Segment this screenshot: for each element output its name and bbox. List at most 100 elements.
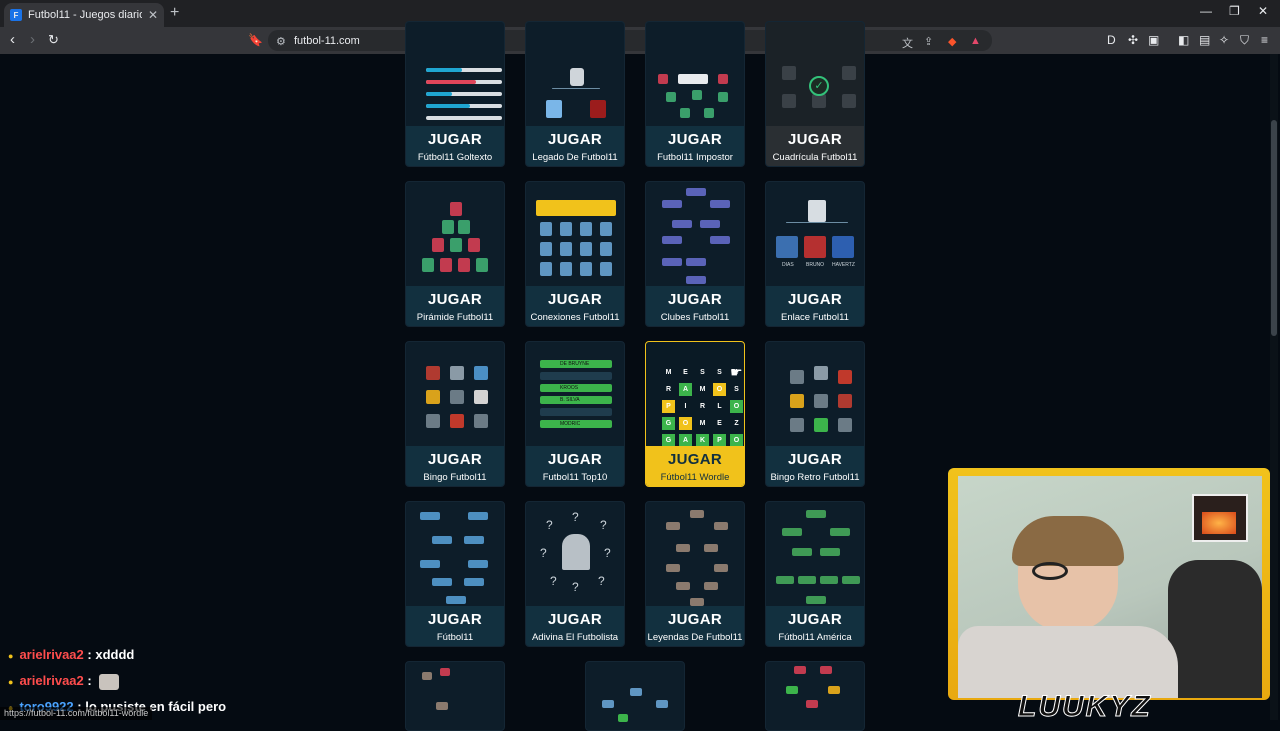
translate-icon[interactable]: 文 bbox=[902, 35, 913, 51]
chat-badge-icon: ● bbox=[8, 651, 14, 661]
browser-toolbar: ‹ › ↻ 🔖 ⚙ futbol-11.com 文 ⇪ ◆ ▲ D ✣ ▣ ◧ … bbox=[0, 27, 1280, 54]
cat-emote-icon bbox=[99, 673, 120, 690]
play-label: JUGAR bbox=[427, 291, 482, 308]
close-window-icon[interactable]: ✕ bbox=[1258, 4, 1268, 18]
play-label: JUGAR bbox=[427, 131, 482, 148]
game-card-impostor[interactable]: JUGAR Futbol11 Impostor bbox=[645, 21, 745, 167]
wordle-cell: M bbox=[699, 386, 706, 393]
game-card-adivina[interactable]: ? ? ? ? ? ? ? ? JUGAR Adivina El Futboli… bbox=[525, 501, 625, 647]
play-label: JUGAR bbox=[787, 291, 842, 308]
top10-row-3: KROOS bbox=[540, 384, 612, 392]
restore-icon[interactable]: ❐ bbox=[1229, 4, 1240, 18]
scrollbar-thumb[interactable] bbox=[1271, 120, 1277, 336]
site-favicon-icon: F bbox=[10, 9, 22, 21]
leo-ai-icon[interactable]: ✧ bbox=[1219, 33, 1229, 47]
game-name: Fútbol11 bbox=[436, 632, 474, 643]
bookmark-icon[interactable]: 🔖 bbox=[248, 32, 263, 48]
game-card-wordle[interactable]: MESSIRAMOSPIRLOGOMEZGAKPO ☛ JUGAR Fútbol… bbox=[645, 341, 745, 487]
clubes-thumbnail bbox=[652, 188, 740, 284]
wordle-cell: G bbox=[662, 417, 675, 430]
streamer-name: LUUKYZ bbox=[1018, 690, 1152, 724]
sidebar-icon[interactable]: ◧ bbox=[1178, 33, 1189, 47]
extensions-icon[interactable]: ✣ bbox=[1128, 33, 1138, 47]
link-status-bar: https://futbol-11.com/futbol11-wordle bbox=[0, 707, 153, 720]
menu-icon[interactable]: ≡ bbox=[1261, 33, 1268, 47]
game-card-row5-2[interactable] bbox=[585, 661, 685, 731]
play-label: JUGAR bbox=[667, 611, 722, 628]
game-card-row5-3[interactable] bbox=[765, 661, 865, 731]
top10-row-4: B. SILVA bbox=[540, 396, 612, 404]
game-name: Fútbol11 Goltexto bbox=[417, 152, 493, 163]
enlace-thumbnail: DIAS BRUNO HAVERTZ bbox=[772, 188, 860, 282]
browser-tab[interactable]: F Futbol11 - Juegos diarios de fútbol ✕ bbox=[4, 3, 164, 27]
extension-d-icon[interactable]: D bbox=[1107, 33, 1116, 47]
browser-tab-bar: F Futbol11 - Juegos diarios de fútbol ✕ … bbox=[0, 0, 1280, 27]
site-info-icon[interactable]: ⚙ bbox=[276, 35, 286, 48]
wordle-cell: R bbox=[699, 403, 706, 410]
minimize-icon[interactable]: — bbox=[1200, 4, 1212, 18]
chat-message: ● arielrivaa2 : xdddd bbox=[8, 647, 135, 662]
wallet-icon[interactable]: ▤ bbox=[1199, 33, 1210, 47]
wordle-thumbnail: MESSIRAMOSPIRLOGOMEZGAKPO bbox=[652, 348, 743, 447]
game-card-futbol11[interactable]: JUGAR Fútbol11 bbox=[405, 501, 505, 647]
legado-thumbnail bbox=[532, 28, 620, 122]
back-icon[interactable]: ‹ bbox=[10, 32, 15, 48]
brave-shield-icon[interactable]: ◆ bbox=[948, 35, 956, 48]
url-text: futbol-11.com bbox=[294, 34, 360, 47]
game-name: Futbol11 Impostor bbox=[657, 152, 733, 163]
game-name: Bingo Retro Futbol11 bbox=[770, 472, 860, 483]
address-bar[interactable]: ⚙ futbol-11.com 文 ⇪ ◆ ▲ bbox=[268, 30, 992, 51]
wordle-cell: E bbox=[683, 369, 688, 376]
game-card-conexiones[interactable]: JUGAR Conexiones Futbol11 bbox=[525, 181, 625, 327]
wordle-cell: M bbox=[699, 420, 706, 427]
adivina-thumbnail: ? ? ? ? ? ? ? ? bbox=[540, 510, 611, 594]
chat-message: ● arielrivaa2 : bbox=[8, 673, 120, 690]
play-label: JUGAR bbox=[547, 131, 602, 148]
game-name: Fútbol11 América bbox=[778, 632, 852, 643]
game-name: Futbol11 Top10 bbox=[542, 472, 608, 483]
check-icon: ✓ bbox=[809, 76, 829, 96]
game-name: Fútbol11 Wordle bbox=[660, 472, 730, 483]
bingo-thumbnail bbox=[412, 348, 500, 442]
game-card-enlace[interactable]: DIAS BRUNO HAVERTZ JUGAR Enlace Futbol11 bbox=[765, 181, 865, 327]
share-icon[interactable]: ⇪ bbox=[924, 35, 933, 48]
game-card-bingo-retro[interactable]: JUGAR Bingo Retro Futbol11 bbox=[765, 341, 865, 487]
wordle-cell: M bbox=[665, 369, 672, 376]
top10-row-1: DE BRUYNE bbox=[540, 360, 612, 368]
game-card-leyendas[interactable]: JUGAR Leyendas De Futbol11 bbox=[645, 501, 745, 647]
leyendas-thumbnail bbox=[652, 508, 740, 606]
close-tab-icon[interactable]: ✕ bbox=[148, 8, 158, 22]
game-name: Enlace Futbol11 bbox=[781, 312, 849, 323]
top10-thumbnail: DE BRUYNE KROOS B. SILVA MODRIC bbox=[532, 348, 620, 442]
tab-search-icon[interactable]: ▣ bbox=[1148, 33, 1159, 47]
conexiones-thumbnail bbox=[532, 188, 620, 282]
game-card-legado[interactable]: JUGAR Legado De Futbol11 bbox=[525, 21, 625, 167]
game-card-piramide[interactable]: JUGAR Pirámide Futbol11 bbox=[405, 181, 505, 327]
futbol11-thumbnail bbox=[412, 508, 500, 604]
game-name: Conexiones Futbol11 bbox=[530, 312, 620, 323]
new-tab-icon[interactable]: + bbox=[170, 4, 179, 22]
tab-title: Futbol11 - Juegos diarios de fútbol bbox=[28, 9, 142, 21]
game-card-goltexto[interactable]: JUGAR Fútbol11 Goltexto bbox=[405, 21, 505, 167]
brave-rewards-icon[interactable]: ▲ bbox=[970, 35, 981, 47]
game-card-row5-1[interactable] bbox=[405, 661, 505, 731]
game-card-top10[interactable]: DE BRUYNE KROOS B. SILVA MODRIC JUGAR Fu… bbox=[525, 341, 625, 487]
play-label: JUGAR bbox=[667, 131, 722, 148]
play-label: JUGAR bbox=[667, 291, 722, 308]
play-label: JUGAR bbox=[667, 451, 722, 468]
play-label: JUGAR bbox=[787, 131, 842, 148]
game-card-bingo[interactable]: JUGAR Bingo Futbol11 bbox=[405, 341, 505, 487]
forward-icon[interactable]: › bbox=[30, 32, 35, 48]
cuadricula-thumbnail: ✓ bbox=[772, 28, 860, 122]
reload-icon[interactable]: ↻ bbox=[48, 32, 59, 48]
game-card-cuadricula[interactable]: ✓ JUGAR Cuadrícula Futbol11 bbox=[765, 21, 865, 167]
wordle-cell: E bbox=[717, 420, 722, 427]
game-name: Cuadrícula Futbol11 bbox=[772, 152, 858, 163]
vpn-icon[interactable]: ⛉ bbox=[1240, 33, 1249, 48]
enlace-name-2: BRUNO bbox=[806, 262, 825, 268]
game-name: Adivina El Futbolista bbox=[531, 632, 619, 643]
game-card-america[interactable]: JUGAR Fútbol11 América bbox=[765, 501, 865, 647]
play-label: JUGAR bbox=[547, 451, 602, 468]
game-card-clubes[interactable]: JUGAR Clubes Futbol11 bbox=[645, 181, 745, 327]
game-name: Clubes Futbol11 bbox=[660, 312, 730, 323]
